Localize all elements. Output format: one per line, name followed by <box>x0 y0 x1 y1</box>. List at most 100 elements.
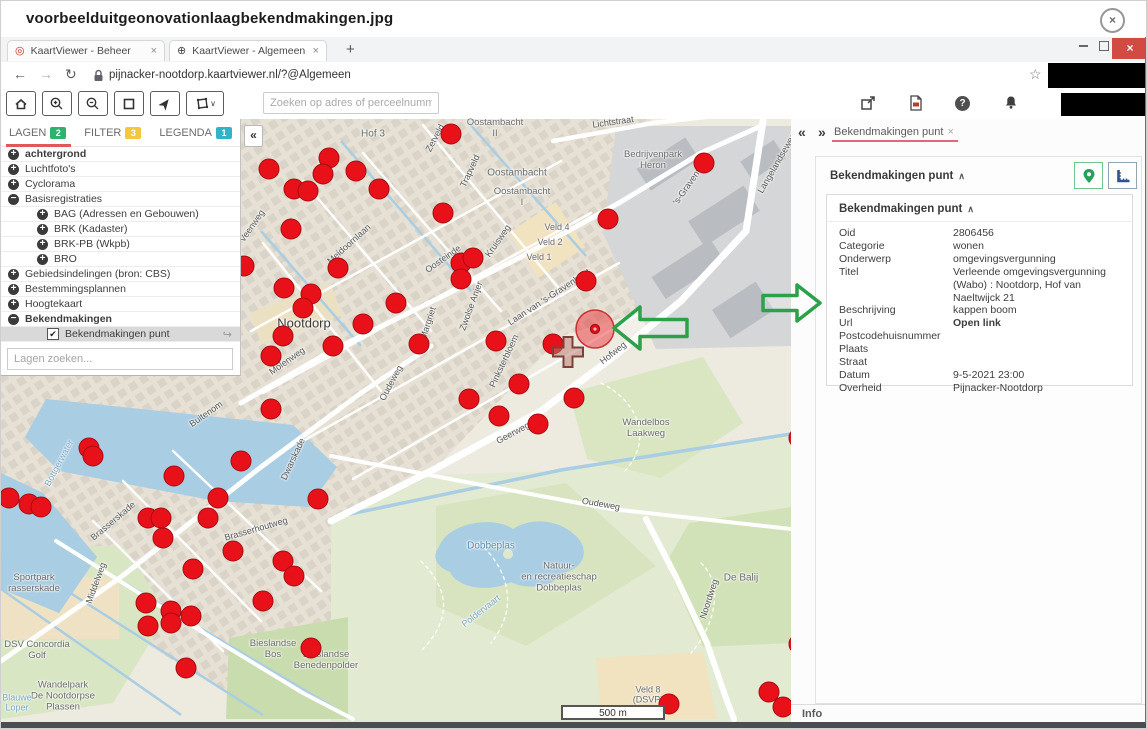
sidebar-collapse-button[interactable]: « <box>244 125 263 147</box>
map-marker[interactable] <box>231 451 251 471</box>
info-footer[interactable]: Info <box>791 704 1147 723</box>
selected-marker-core[interactable] <box>593 327 596 330</box>
search-input[interactable] <box>263 92 439 114</box>
map-marker[interactable] <box>323 336 343 356</box>
map-marker[interactable] <box>346 161 366 181</box>
layer-row-achtergrond[interactable]: +achtergrond <box>1 147 240 162</box>
map-marker[interactable] <box>161 613 181 633</box>
map-marker[interactable] <box>1 488 19 508</box>
browser-tab-kaartviewer-beheer[interactable]: ◎KaartViewer - Beheer× <box>7 40 165 61</box>
map-marker[interactable] <box>83 446 103 466</box>
map-marker[interactable] <box>253 591 273 611</box>
map-marker[interactable] <box>259 159 279 179</box>
layer-collapse-icon[interactable]: − <box>8 314 19 325</box>
layer-search-input[interactable] <box>7 348 233 370</box>
map-marker[interactable] <box>598 209 618 229</box>
layer-row-hoogtekaart[interactable]: +Hoogtekaart <box>1 297 240 312</box>
map-marker[interactable] <box>459 389 479 409</box>
map-marker[interactable] <box>564 388 584 408</box>
layer-row-brk-pb-wkpb[interactable]: +BRK-PB (Wkpb) <box>1 237 240 252</box>
layer-expand-icon[interactable]: + <box>8 149 19 160</box>
map-marker[interactable] <box>223 541 243 561</box>
help-icon[interactable]: ? <box>955 96 970 111</box>
map-marker[interactable] <box>369 179 389 199</box>
layer-row-brk-kadaster[interactable]: +BRK (Kadaster) <box>1 222 240 237</box>
layer-expand-icon[interactable]: + <box>37 254 48 265</box>
panel-collapse-icon[interactable]: » <box>818 124 826 140</box>
layer-row-basisregistraties[interactable]: −Basisregistraties <box>1 192 240 207</box>
window-close-button[interactable]: × <box>1112 38 1147 59</box>
tab-close-icon[interactable]: × <box>151 45 157 57</box>
map-marker[interactable] <box>298 181 318 201</box>
map-marker[interactable] <box>208 488 228 508</box>
viewer-close-icon[interactable]: × <box>1100 8 1125 33</box>
window-maximize-button[interactable] <box>1099 41 1109 51</box>
map-marker[interactable] <box>183 559 203 579</box>
map-marker[interactable] <box>198 508 218 528</box>
map-marker[interactable] <box>261 399 281 419</box>
layer-row-luchtfoto-s[interactable]: +Luchtfoto's <box>1 162 240 177</box>
layer-row-bag-adressen-en-gebouwen[interactable]: +BAG (Adressen en Gebouwen) <box>1 207 240 222</box>
map-marker[interactable] <box>694 153 714 173</box>
map-marker[interactable] <box>463 248 483 268</box>
layer-row-gebiedsindelingen-bron-cbs[interactable]: +Gebiedsindelingen (bron: CBS) <box>1 267 240 282</box>
url-text[interactable]: pijnacker-nootdorp.kaartviewer.nl/?@Alge… <box>109 69 351 81</box>
layer-expand-icon[interactable]: + <box>37 239 48 250</box>
layer-row-bekendmakingen[interactable]: −Bekendmakingen <box>1 312 240 327</box>
map-marker[interactable] <box>301 638 321 658</box>
layer-checkbox[interactable]: ✔ <box>47 328 59 340</box>
select-shape-button[interactable]: ∨ <box>186 91 224 116</box>
layer-collapse-icon[interactable]: − <box>8 194 19 205</box>
map-marker[interactable] <box>293 298 313 318</box>
layer-expand-icon[interactable]: + <box>8 284 19 295</box>
feature-group-header[interactable]: Bekendmakingen punt∧ <box>830 170 965 182</box>
map-marker[interactable] <box>176 658 196 678</box>
extent-button[interactable] <box>114 91 144 116</box>
zoom-to-feature-button[interactable] <box>1074 162 1103 189</box>
map-marker[interactable] <box>273 326 293 346</box>
zoom-in-button[interactable] <box>42 91 72 116</box>
notifications-bell-icon[interactable] <box>1003 94 1019 111</box>
sidebar-tab-legenda[interactable]: LEGENDA1 <box>159 127 232 139</box>
map-marker[interactable] <box>773 697 791 717</box>
map-marker[interactable] <box>441 124 461 144</box>
reload-icon[interactable]: ↻ <box>65 66 77 83</box>
layer-expand-icon[interactable]: + <box>37 224 48 235</box>
panel-expand-icon[interactable]: « <box>798 124 806 140</box>
window-minimize-button[interactable] <box>1079 45 1088 47</box>
map-marker[interactable] <box>153 528 173 548</box>
panel-tab[interactable]: Bekendmakingen punt× <box>834 126 954 138</box>
layer-expand-icon[interactable]: + <box>8 179 19 190</box>
layer-expand-icon[interactable]: + <box>37 209 48 220</box>
layer-expand-icon[interactable]: + <box>8 269 19 280</box>
map-marker[interactable] <box>489 406 509 426</box>
field-value[interactable]: Open link <box>953 317 1123 330</box>
map-marker[interactable] <box>509 374 529 394</box>
layer-expand-icon[interactable]: + <box>8 164 19 175</box>
bookmark-star-icon[interactable]: ☆ <box>1029 66 1042 83</box>
tab-close-icon[interactable]: × <box>313 45 319 57</box>
export-pdf-icon[interactable] <box>907 94 925 112</box>
layer-row-cyclorama[interactable]: +Cyclorama <box>1 177 240 192</box>
map-marker[interactable] <box>274 278 294 298</box>
map-marker[interactable] <box>151 508 171 528</box>
map-marker[interactable] <box>528 414 548 434</box>
map-marker[interactable] <box>164 466 184 486</box>
layer-row-bekendmakingen-punt[interactable]: ✔Bekendmakingen punt↪ <box>1 327 240 342</box>
map-marker[interactable] <box>328 258 348 278</box>
map-marker[interactable] <box>31 497 51 517</box>
map-marker[interactable] <box>576 271 596 291</box>
forward-icon[interactable]: → <box>39 66 53 82</box>
zoom-out-button[interactable] <box>78 91 108 116</box>
map-marker[interactable] <box>138 616 158 636</box>
map-marker[interactable] <box>353 314 373 334</box>
map-marker[interactable] <box>281 219 301 239</box>
map-marker[interactable] <box>181 606 201 626</box>
new-tab-button[interactable]: + <box>346 41 355 58</box>
sidebar-tab-filter[interactable]: FILTER3 <box>84 127 141 139</box>
map-marker[interactable] <box>284 566 304 586</box>
home-button[interactable] <box>6 91 36 116</box>
map-marker[interactable] <box>261 346 281 366</box>
back-icon[interactable]: ← <box>13 66 27 82</box>
locate-button[interactable] <box>150 91 180 116</box>
